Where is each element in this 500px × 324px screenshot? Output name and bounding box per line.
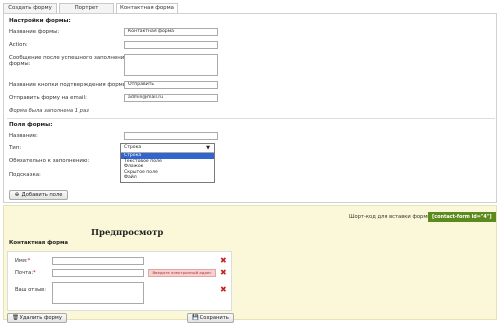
form-name-label: Название формы: (9, 29, 60, 35)
required-mark: * (33, 270, 36, 276)
add-field-button[interactable]: ⊕ Добавить поле (9, 190, 68, 200)
trash-icon: 🗑 (12, 315, 19, 321)
preview-area: Шорт-код для вставки формы: [contact-for… (3, 205, 497, 323)
review-field-textarea[interactable] (52, 282, 144, 304)
form-name-input[interactable]: Контактная форма (124, 28, 218, 36)
x-icon[interactable]: ✖ (220, 269, 227, 277)
email-field-label: Почта:* (15, 270, 36, 276)
required-mark: * (27, 258, 31, 264)
tab-customer-portrait[interactable]: Портрет покупателя (0) (59, 3, 114, 20)
chevron-down-icon: ▼ (206, 145, 210, 151)
fields-heading: Поля формы: (9, 122, 53, 128)
field-type-selected[interactable]: Строка ▼ (121, 144, 214, 153)
shortcode-label: Шорт-код для вставки формы: (349, 214, 434, 220)
add-field-label: Добавить поле (21, 192, 63, 198)
email-label: Отправить форму на email: (9, 95, 87, 101)
action-input[interactable] (124, 41, 218, 49)
divider (7, 118, 495, 119)
selected-value: Строка (124, 145, 142, 150)
save-label: Сохранить (199, 315, 229, 321)
success-message-label: Сообщение после успешного заполнения фор… (9, 55, 128, 67)
email-error-message: Введите электронный адрес (148, 269, 216, 277)
field-name-input[interactable] (124, 132, 218, 140)
filled-count-note: Форма была заполнена 1 раз (9, 108, 89, 114)
settings-heading: Настройки формы: (9, 18, 71, 24)
field-type-label: Тип: (9, 145, 22, 151)
success-message-textarea[interactable] (124, 54, 218, 76)
field-type-select[interactable]: Строка ▼ Строка Текстовое поле Флажок Ск… (120, 143, 215, 183)
plus-icon: ⊕ (14, 192, 20, 198)
submit-button-name-label: Название кнопки подтверждения формы: (9, 82, 129, 88)
required-label: Обязательно к заполнению: (9, 158, 90, 164)
x-icon[interactable]: ✖ (220, 286, 227, 294)
preview-title: Предпросмотр (91, 228, 164, 238)
field-name-label: Название: (9, 133, 38, 139)
x-icon[interactable]: ✖ (220, 257, 227, 265)
email-field-input[interactable] (52, 269, 144, 277)
form-settings-panel: Настройки формы: Название формы: Контакт… (3, 13, 497, 203)
save-button[interactable]: 💾 Сохранить (187, 313, 234, 323)
name-field-label: Имя:* (15, 258, 30, 264)
delete-form-button[interactable]: 🗑 Удалить форму (7, 313, 67, 323)
shortcode-badge[interactable]: [contact-form id="4"] (428, 212, 496, 222)
label-text: Имя: (15, 258, 28, 264)
preview-form-title: Контактная форма (9, 240, 69, 246)
save-icon: 💾 (192, 315, 199, 321)
success-label-line: формы: (9, 61, 31, 67)
type-option-file[interactable]: Файл (121, 175, 214, 181)
name-field-input[interactable] (52, 257, 144, 265)
action-label: Action: (9, 42, 28, 48)
hint-label: Подсказка: (9, 172, 41, 178)
review-field-label: Ваш отзыв: (15, 287, 46, 293)
preview-form: Имя:* ✖ Почта:* Введите электронный адре… (7, 251, 232, 311)
label-text: Почта: (15, 270, 34, 276)
submit-button-name-input[interactable]: Отправить (124, 81, 218, 89)
tab-create-form[interactable]: Создать форму (3, 3, 57, 13)
email-input[interactable]: admin@mail.ru (124, 94, 218, 102)
delete-form-label: Удалить форму (19, 315, 62, 321)
tab-label: Создать форму (8, 5, 52, 11)
